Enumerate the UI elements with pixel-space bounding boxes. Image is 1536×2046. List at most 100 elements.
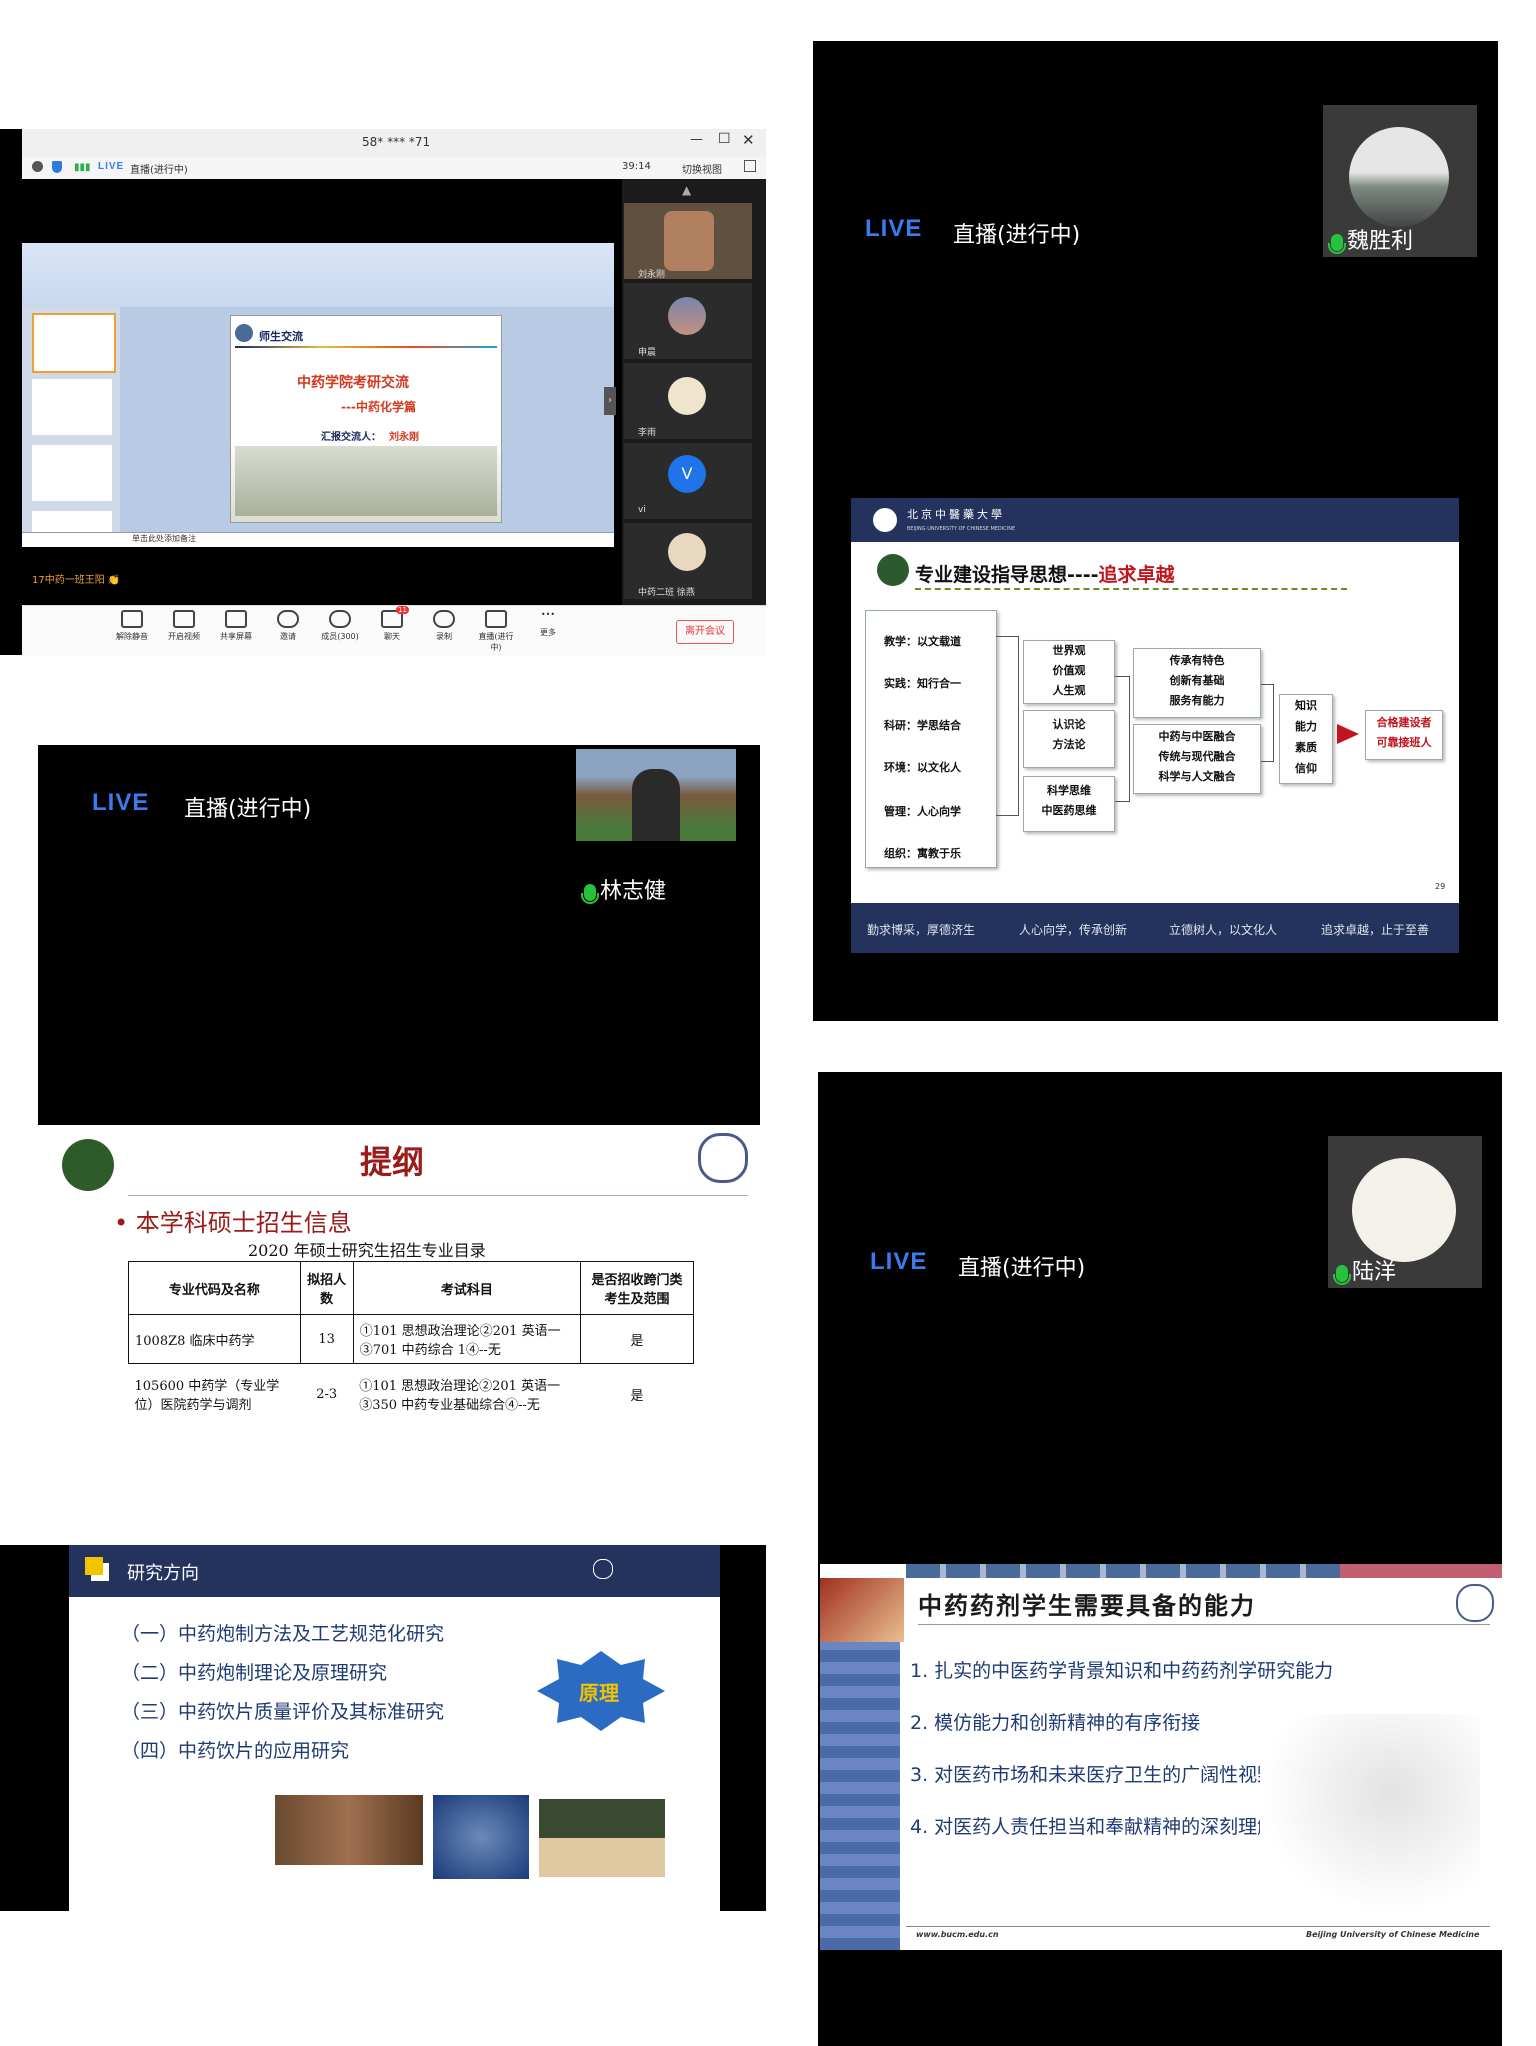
box-f-3: 素质 xyxy=(1295,741,1317,754)
meeting-toolbar: ▮▮▮ LIVE 直播(进行中) 39:14 切换视图 xyxy=(22,157,766,180)
record-icon xyxy=(433,610,455,628)
star-label: 原理 xyxy=(579,1681,619,1705)
ppt-notes-pane[interactable]: 单击此处添加备注 xyxy=(22,532,614,547)
footer-motto-2: 人心向学，传承创新 xyxy=(1019,923,1128,937)
more-button[interactable]: ••• 更多 xyxy=(526,610,570,638)
start-video-label: 开启视频 xyxy=(168,632,200,641)
methodology-box: 认识论 方法论 xyxy=(1023,710,1115,768)
signal-icon: ▮▮▮ xyxy=(74,162,91,173)
table-cell: ①101 思想政治理论②201 英语一③701 中药综合 1④--无 xyxy=(352,1314,582,1364)
participant-tile-3[interactable]: 李雨 xyxy=(624,363,752,439)
left-edge-bar xyxy=(0,129,22,655)
slide-food-image xyxy=(820,1578,904,1642)
meeting-window-1: 58* *** *71 — ☐ ✕ ▮▮▮ LIVE 直播(进行中) 39:14… xyxy=(0,129,766,656)
chat-button[interactable]: 11 聊天 xyxy=(370,606,414,642)
participant-tile-2[interactable]: 申晨 xyxy=(624,283,752,359)
start-video-button[interactable]: 开启视频 xyxy=(162,610,206,642)
mic-on-icon xyxy=(581,883,599,904)
university-name: 北京中醫藥大學 xyxy=(907,508,1005,521)
user-avatar xyxy=(1352,1158,1456,1262)
table-header: 拟招人数 xyxy=(299,1261,354,1315)
participant-avatar-2 xyxy=(668,297,706,335)
live-status: 直播(进行中) xyxy=(953,223,1081,248)
window-titlebar: 58* *** *71 — ☐ ✕ xyxy=(22,129,766,158)
chat-label: 聊天 xyxy=(384,632,400,641)
live-status: 直播(进行中) xyxy=(184,797,312,822)
user-tile[interactable]: 陆洋 xyxy=(1328,1136,1482,1288)
slide-admissions: 提纲 • 本学科硕士招生信息 2020 年硕士研究生招生专业目录 专业代码及名称… xyxy=(38,1125,760,1425)
box-d-1: 传承有特色 xyxy=(1169,654,1225,667)
value-item-2: 实践：知行合一 xyxy=(884,677,961,690)
participant-tile-4[interactable]: V vi xyxy=(624,443,752,519)
members-label: 成员(300) xyxy=(321,632,359,641)
fullscreen-icon[interactable] xyxy=(744,160,756,172)
record-label: 录制 xyxy=(436,632,452,641)
minimize-button[interactable]: — xyxy=(690,132,703,147)
live-panel-5: LIVE 直播(进行中) 陆洋 中药药剂学生需要具备的能力 1. 扎实的中医药学… xyxy=(818,1072,1502,2046)
box-a-2: 价值观 xyxy=(1052,664,1086,677)
live-button[interactable]: 直播(进行中) xyxy=(474,610,518,653)
participant-tile-1[interactable]: 刘永刚 xyxy=(624,203,752,280)
user-video-tile[interactable] xyxy=(576,749,736,841)
research-item-4: （四）中药饮片的应用研究 xyxy=(121,1740,350,1762)
admissions-table: 专业代码及名称 拟招人数 考试科目 是否招收跨门类考生及范围 1008Z8 临床… xyxy=(128,1261,694,1424)
footer-url: www.bucm.edu.cn xyxy=(916,1930,999,1939)
thumbnail-3[interactable] xyxy=(32,445,112,501)
ppt-notes-text: 单击此处添加备注 xyxy=(132,534,196,543)
table-cell: 105600 中药学（专业学位）医院药学与调剂 xyxy=(134,1379,280,1413)
slide-title-red: 追求卓越 xyxy=(1098,564,1175,586)
herb-slices-image xyxy=(275,1795,423,1865)
research-item-3: （三）中药饮片质量评价及其标准研究 xyxy=(121,1701,445,1723)
share-screen-button[interactable]: 共享屏幕 xyxy=(214,610,258,642)
participant-tile-5[interactable]: 中药二班 徐燕 xyxy=(624,523,752,599)
thumbnail-1[interactable] xyxy=(32,313,116,373)
unmute-button[interactable]: 解除静音 xyxy=(110,610,154,642)
user-tile[interactable]: 魏胜利 xyxy=(1323,105,1477,257)
slide-title: 中药药剂学生需要具备的能力 xyxy=(918,1592,1256,1620)
table-row: 1008Z8 临床中药学 13 ①101 思想政治理论②201 英语一③701 … xyxy=(128,1314,694,1364)
bullet-text: 本学科硕士招生信息 xyxy=(135,1209,352,1237)
unmute-label: 解除静音 xyxy=(116,632,148,641)
live-icon xyxy=(485,610,507,628)
star-badge: 原理 xyxy=(537,1651,665,1731)
table-cell: ①101 思想政治理论②201 英语一③350 中药专业基础综合④--无 xyxy=(359,1379,561,1413)
invite-button[interactable]: 邀请 xyxy=(266,610,310,642)
result-2: 可靠接班人 xyxy=(1376,736,1432,749)
more-icon: ••• xyxy=(540,610,556,619)
slide-header-rule xyxy=(235,346,497,348)
live-label: LIVE xyxy=(870,1248,928,1275)
members-button[interactable]: 成员(300) xyxy=(318,610,362,642)
participant-avatar-5 xyxy=(668,533,706,571)
live-label: LIVE xyxy=(865,215,923,242)
record-button[interactable]: 录制 xyxy=(422,610,466,642)
box-b-2: 方法论 xyxy=(1052,738,1086,751)
scroll-up-icon[interactable]: ▲ xyxy=(682,183,691,197)
table-cell: 13 xyxy=(299,1314,354,1364)
collapse-panel-button[interactable]: › xyxy=(604,387,616,415)
shield-icon[interactable] xyxy=(52,161,62,173)
thumbnail-2[interactable] xyxy=(32,379,112,435)
yellow-square-icon xyxy=(85,1557,103,1575)
participant-name-5: 中药二班 徐燕 xyxy=(638,588,695,598)
leave-meeting-button[interactable]: 离开会议 xyxy=(676,620,734,644)
slide-topbar: 北京中醫藥大學 BEIJING UNIVERSITY OF CHINESE ME… xyxy=(851,498,1459,542)
ppt-ribbon xyxy=(22,243,614,307)
maximize-button[interactable]: ☐ xyxy=(718,131,731,147)
table-cell: 1008Z8 临床中药学 xyxy=(128,1314,301,1364)
page-number: 29 xyxy=(1435,882,1446,891)
ability-item-1: 1. 扎实的中医药学背景知识和中药药剂学研究能力 xyxy=(910,1660,1334,1682)
title-rule xyxy=(918,1624,1490,1625)
table-header-row: 专业代码及名称 拟招人数 考试科目 是否招收跨门类考生及范围 xyxy=(128,1261,694,1315)
slide-footer: 勤求博采，厚德济生 人心向学，传承创新 立德树人，以文化人 追求卓越，止于至善 xyxy=(851,903,1459,953)
university-name-en: BEIJING UNIVERSITY OF CHINESE MEDICINE xyxy=(907,526,1016,532)
ppt-editor-area: 师生交流 中药学院考研交流 ---中药化学篇 汇报交流人： 刘永刚 单击此处添加… xyxy=(22,307,614,547)
switch-view-button[interactable]: 切换视图 xyxy=(682,161,722,176)
sage-sketch-image xyxy=(1260,1714,1480,1914)
participant-name-2: 申晨 xyxy=(638,348,657,358)
meeting-timer: 39:14 xyxy=(622,161,651,172)
box-f-2: 能力 xyxy=(1295,720,1317,733)
green-seal-icon xyxy=(62,1139,114,1191)
user-name: 陆洋 xyxy=(1352,1260,1397,1285)
info-icon[interactable] xyxy=(32,161,43,172)
close-button[interactable]: ✕ xyxy=(742,131,755,149)
